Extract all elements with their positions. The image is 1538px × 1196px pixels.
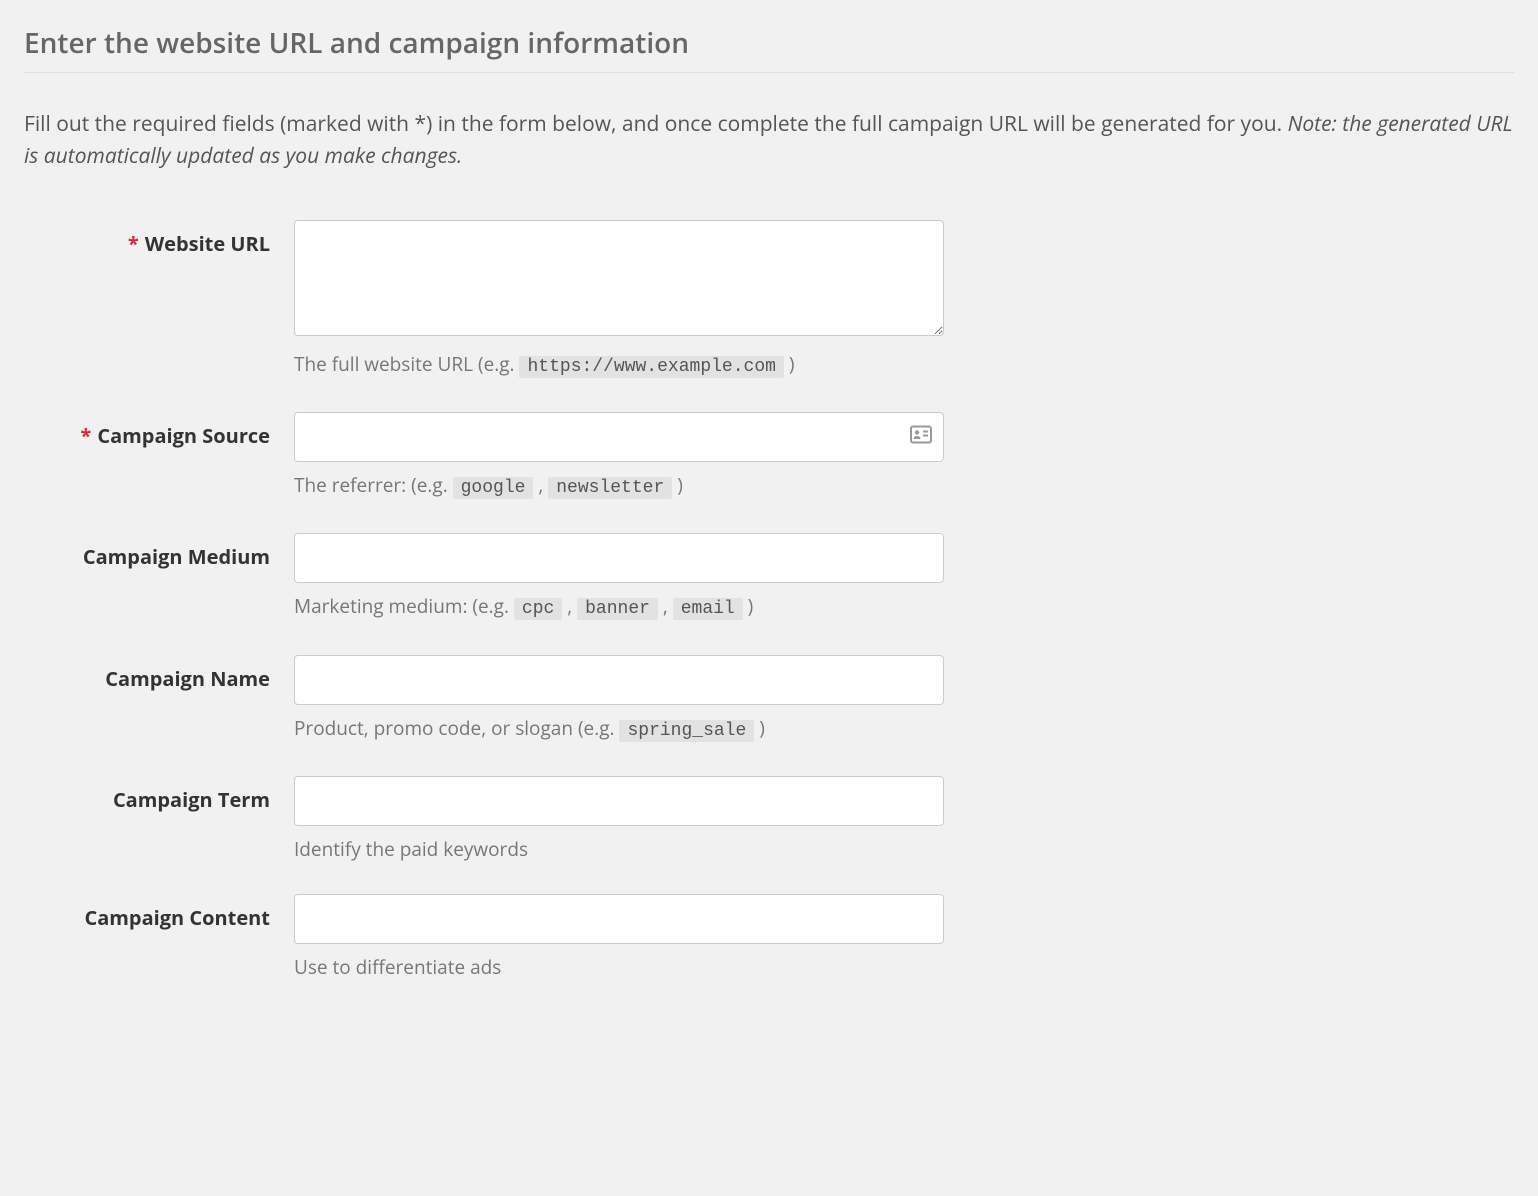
form-row-campaign-medium: Campaign Medium Marketing medium: (e.g. … <box>24 533 944 622</box>
helper-prefix: Marketing medium: (e.g. <box>294 593 514 619</box>
helper-code: google <box>453 477 534 499</box>
input-col: Identify the paid keywords <box>294 776 944 863</box>
page-title: Enter the website URL and campaign infor… <box>24 24 1514 73</box>
helper-code: newsletter <box>548 477 672 499</box>
helper-mid: , <box>658 593 673 619</box>
helper-suffix: ) <box>754 715 765 741</box>
campaign-name-helper: Product, promo code, or slogan (e.g. spr… <box>294 715 944 744</box>
campaign-medium-input[interactable] <box>294 533 944 583</box>
label-col: *Website URL <box>24 220 294 380</box>
input-col: The referrer: (e.g. google , newsletter … <box>294 412 944 501</box>
helper-code: email <box>673 598 743 620</box>
campaign-medium-label: Campaign Medium <box>83 543 270 570</box>
required-asterisk: * <box>80 422 91 449</box>
contact-card-icon <box>910 426 932 449</box>
input-wrapper <box>294 412 944 462</box>
input-col: Use to differentiate ads <box>294 894 944 981</box>
input-col: Product, promo code, or slogan (e.g. spr… <box>294 655 944 744</box>
label-col: Campaign Medium <box>24 533 294 622</box>
form-row-campaign-name: Campaign Name Product, promo code, or sl… <box>24 655 944 744</box>
label-col: *Campaign Source <box>24 412 294 501</box>
website-url-input[interactable] <box>294 220 944 336</box>
form-row-website-url: *Website URL The full website URL (e.g. … <box>24 220 944 380</box>
helper-prefix: Product, promo code, or slogan (e.g. <box>294 715 619 741</box>
helper-code: https://www.example.com <box>519 356 783 378</box>
campaign-name-input[interactable] <box>294 655 944 705</box>
helper-code: spring_sale <box>619 720 754 742</box>
label-col: Campaign Content <box>24 894 294 981</box>
input-col: Marketing medium: (e.g. cpc , banner , e… <box>294 533 944 622</box>
helper-prefix: The referrer: (e.g. <box>294 472 453 498</box>
campaign-source-helper: The referrer: (e.g. google , newsletter … <box>294 472 944 501</box>
website-url-helper: The full website URL (e.g. https://www.e… <box>294 351 944 380</box>
campaign-term-label: Campaign Term <box>113 786 270 813</box>
campaign-source-input[interactable] <box>294 412 944 462</box>
required-asterisk: * <box>128 230 139 257</box>
campaign-term-input[interactable] <box>294 776 944 826</box>
helper-mid: , <box>562 593 577 619</box>
form-row-campaign-content: Campaign Content Use to differentiate ad… <box>24 894 944 981</box>
campaign-term-helper: Identify the paid keywords <box>294 836 944 863</box>
campaign-content-helper: Use to differentiate ads <box>294 954 944 981</box>
website-url-label: Website URL <box>145 230 270 257</box>
helper-mid: , <box>533 472 548 498</box>
helper-suffix: ) <box>784 351 795 377</box>
campaign-name-label: Campaign Name <box>105 665 270 692</box>
campaign-content-label: Campaign Content <box>84 904 270 931</box>
helper-suffix: ) <box>743 593 754 619</box>
intro-text: Fill out the required fields (marked wit… <box>24 109 1514 172</box>
campaign-content-input[interactable] <box>294 894 944 944</box>
helper-code: banner <box>577 598 658 620</box>
input-col: The full website URL (e.g. https://www.e… <box>294 220 944 380</box>
label-col: Campaign Name <box>24 655 294 744</box>
helper-prefix: The full website URL (e.g. <box>294 351 519 377</box>
form-row-campaign-term: Campaign Term Identify the paid keywords <box>24 776 944 863</box>
campaign-source-label: Campaign Source <box>97 422 270 449</box>
label-col: Campaign Term <box>24 776 294 863</box>
campaign-medium-helper: Marketing medium: (e.g. cpc , banner , e… <box>294 593 944 622</box>
helper-code: cpc <box>514 598 562 620</box>
intro-main: Fill out the required fields (marked wit… <box>24 110 1288 138</box>
helper-suffix: ) <box>672 472 683 498</box>
form-row-campaign-source: *Campaign Source The referrer: (e.g. goo… <box>24 412 944 501</box>
